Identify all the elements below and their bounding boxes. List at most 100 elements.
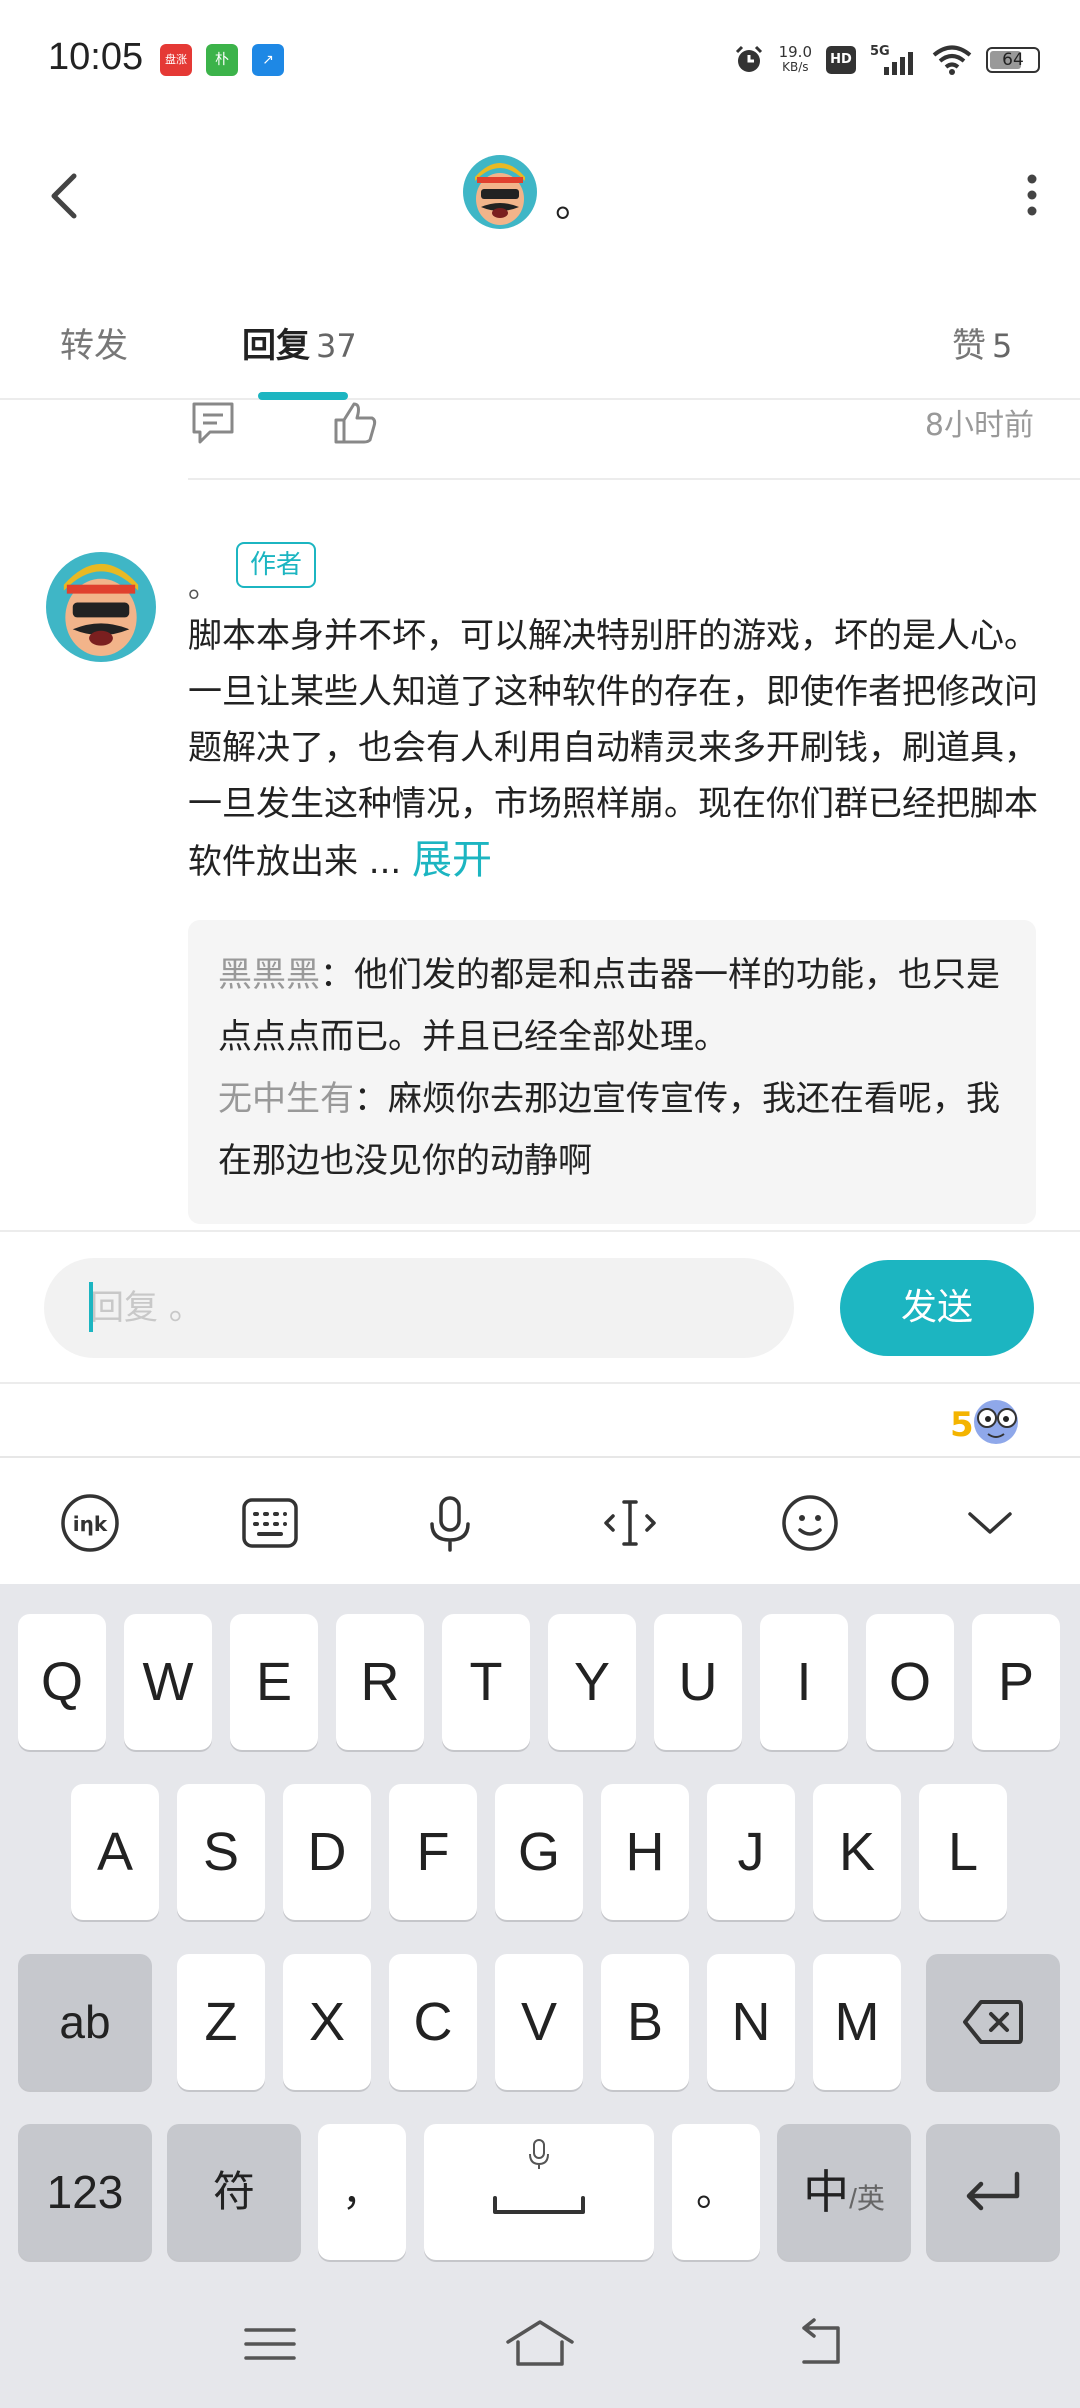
svg-text:5G: 5G	[870, 44, 890, 59]
tab-likes-count: 5	[992, 327, 1013, 365]
smiley-icon	[782, 1495, 838, 1551]
previous-comment-actions: 8小时前	[0, 400, 1080, 480]
expand-link[interactable]: 展开	[412, 837, 492, 883]
key-a[interactable]: A	[71, 1784, 159, 1920]
key-b[interactable]: B	[601, 1954, 689, 2090]
key-f[interactable]: F	[389, 1784, 477, 1920]
key-q[interactable]: Q	[18, 1614, 106, 1750]
tab-likes[interactable]: 赞5	[952, 318, 1012, 367]
keyboard-toolbar: iηk	[0, 1456, 1080, 1584]
author-badge: 作者	[236, 542, 317, 588]
voice-input-button[interactable]	[415, 1488, 485, 1558]
header: 。	[0, 120, 1080, 270]
key-c[interactable]: C	[389, 1954, 477, 2090]
status-bar: 10:05 盘涨 朴 ↗ 19.0 KB/s HD 5G 64	[0, 0, 1080, 120]
hide-keyboard-button[interactable]	[955, 1488, 1025, 1558]
key-x[interactable]: X	[283, 1954, 371, 2090]
send-button[interactable]: 发送	[840, 1260, 1034, 1356]
keyboard-layout-button[interactable]	[235, 1488, 305, 1558]
svg-text:5: 5	[950, 1405, 974, 1445]
key-z[interactable]: Z	[177, 1954, 265, 2090]
key-p[interactable]: P	[972, 1614, 1060, 1750]
emoji-button[interactable]	[775, 1488, 845, 1558]
battery-icon: 64	[986, 47, 1040, 73]
enter-key[interactable]	[926, 2124, 1060, 2260]
home-icon[interactable]	[502, 2314, 578, 2374]
header-avatar[interactable]	[463, 155, 537, 229]
back-arrow-icon	[51, 173, 77, 219]
key-n[interactable]: N	[707, 1954, 795, 2090]
text-cursor	[89, 1282, 93, 1332]
comment-divider	[188, 478, 1080, 480]
tab-forward[interactable]: 转发	[60, 318, 128, 367]
period-key[interactable]: 。	[672, 2124, 760, 2260]
key-w[interactable]: W	[124, 1614, 212, 1750]
tab-indicator	[258, 392, 348, 400]
key-v[interactable]: V	[495, 1954, 583, 2090]
key-r[interactable]: R	[336, 1614, 424, 1750]
space-key[interactable]	[424, 2124, 654, 2260]
header-title: 。	[555, 180, 595, 226]
reply-input[interactable]	[44, 1258, 794, 1358]
key-s[interactable]: S	[177, 1784, 265, 1920]
symbols-key[interactable]: 符	[167, 2124, 301, 2260]
green-app-icon: 朴	[206, 44, 238, 76]
key-e[interactable]: E	[230, 1614, 318, 1750]
svg-text:iηk: iηk	[73, 1512, 108, 1536]
status-time: 10:05	[48, 36, 144, 78]
key-h[interactable]: H	[601, 1784, 689, 1920]
key-t[interactable]: T	[442, 1614, 530, 1750]
backspace-icon	[963, 2000, 1023, 2044]
chevron-down-icon	[968, 1512, 1012, 1534]
numbers-key[interactable]: 123	[18, 2124, 152, 2260]
enter-icon	[966, 2171, 1020, 2211]
key-l[interactable]: L	[919, 1784, 1007, 1920]
commenter-avatar[interactable]	[46, 552, 156, 662]
reply-author[interactable]: 黑黑黑	[218, 955, 320, 995]
microphone-icon	[430, 1496, 470, 1552]
navigation-app-icon: ↗	[252, 44, 284, 76]
keyboard-icon	[242, 1498, 298, 1548]
back-nav-icon[interactable]	[790, 2314, 850, 2374]
more-button[interactable]	[1012, 165, 1052, 225]
key-u[interactable]: U	[654, 1614, 742, 1750]
status-indicators: 19.0 KB/s HD 5G 64	[733, 40, 1040, 80]
alarm-icon	[735, 45, 762, 72]
ime-logo-button[interactable]: iηk	[55, 1488, 125, 1558]
shift-key[interactable]: ab	[18, 1954, 152, 2090]
ime-logo-icon: iηk	[61, 1494, 119, 1552]
reply-preview-box[interactable]: 黑黑黑：他们发的都是和点击器一样的功能，也只是点点点而已。并且已经全部处理。 无…	[188, 920, 1036, 1224]
key-j[interactable]: J	[707, 1784, 795, 1920]
back-button[interactable]	[38, 156, 98, 236]
key-o[interactable]: O	[866, 1614, 954, 1750]
key-m[interactable]: M	[813, 1954, 901, 2090]
key-y[interactable]: Y	[548, 1614, 636, 1750]
cursor-control-button[interactable]	[595, 1488, 665, 1558]
language-switch-key[interactable]: 中/英	[777, 2124, 911, 2260]
commenter-name[interactable]: 。	[188, 562, 218, 606]
key-k[interactable]: K	[813, 1784, 901, 1920]
news-app-icon: 盘涨	[160, 44, 192, 76]
like-icon[interactable]	[330, 400, 380, 446]
reply-author[interactable]: 无中生有	[218, 1079, 354, 1119]
text-cursor-icon	[604, 1500, 656, 1546]
reply-comment-icon[interactable]	[188, 400, 238, 446]
reply-item: 黑黑黑：他们发的都是和点击器一样的功能，也只是点点点而已。并且已经全部处理。	[218, 944, 1006, 1068]
comment-body: 脚本本身并不坏，可以解决特别肝的游戏，坏的是人心。一旦让某些人知道了这种软件的存…	[188, 608, 1038, 890]
menu-icon[interactable]	[240, 2314, 300, 2374]
signal-5g-icon: 5G	[870, 44, 913, 75]
keyboard: Q W E R T Y U I O P A S D F G H J K L ab…	[0, 1584, 1080, 2274]
emoji-strip: 5	[0, 1382, 1080, 1456]
sticker-icon[interactable]: 5	[950, 1394, 1026, 1450]
comment-text: 脚本本身并不坏，可以解决特别肝的游戏，坏的是人心。一旦让某些人知道了这种软件的存…	[188, 616, 1038, 882]
reply-input-bar: 发送	[0, 1230, 1080, 1382]
comma-key[interactable]: ，	[318, 2124, 406, 2260]
key-g[interactable]: G	[495, 1784, 583, 1920]
tab-replies[interactable]: 回复 37	[242, 318, 357, 367]
backspace-key[interactable]	[926, 1954, 1060, 2090]
key-d[interactable]: D	[283, 1784, 371, 1920]
system-nav-bar	[0, 2274, 1080, 2408]
tab-replies-count: 37	[316, 327, 357, 365]
comment-time: 8小时前	[924, 408, 1034, 443]
key-i[interactable]: I	[760, 1614, 848, 1750]
